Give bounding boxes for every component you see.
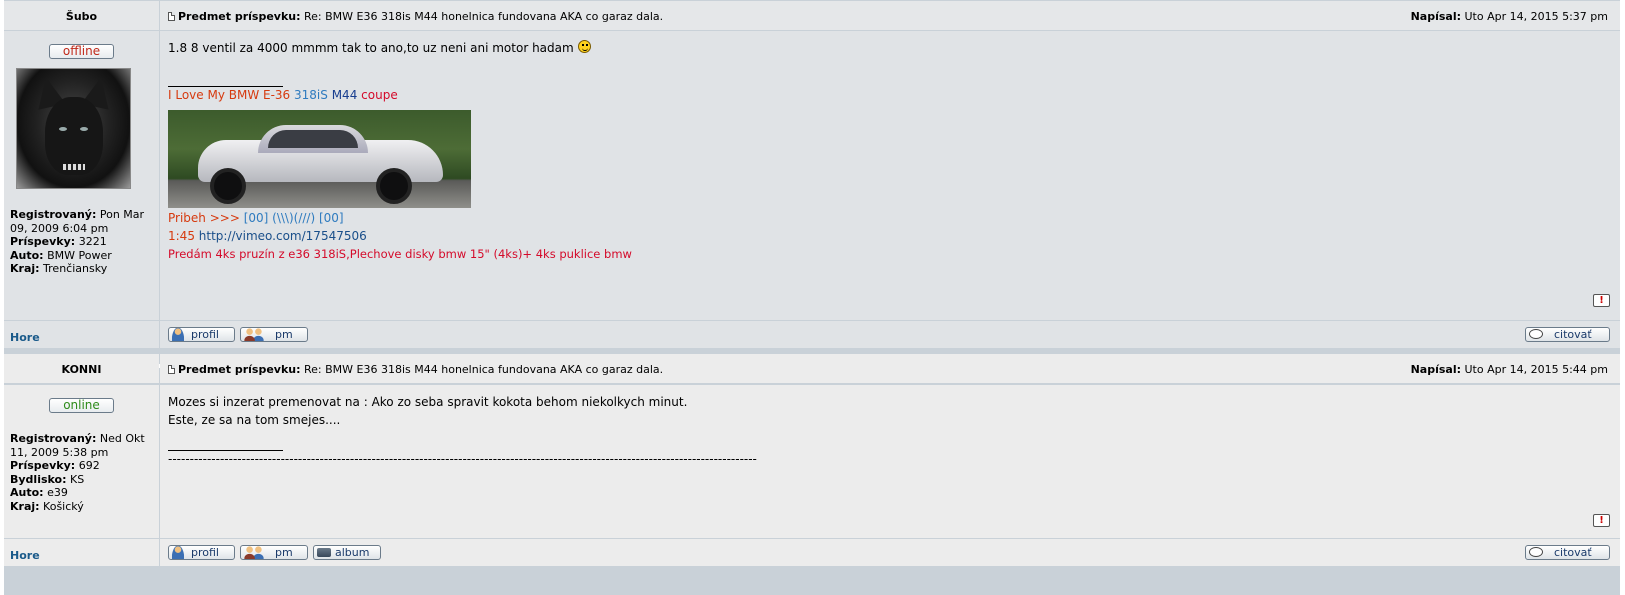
signature-line1-part4: coupe bbox=[361, 88, 398, 102]
post-header: KONNI Predmet príspevku: Re: BMW E36 318… bbox=[4, 354, 1620, 383]
report-post-button[interactable]: ! bbox=[1593, 294, 1610, 307]
region-label: Kraj: bbox=[10, 262, 40, 276]
posts-count-value: 3221 bbox=[78, 235, 107, 249]
pm-icon bbox=[244, 328, 264, 341]
subject-text: Re: BMW E36 318is M44 honelnica fundovan… bbox=[304, 363, 664, 376]
residence-label: Bydlisko: bbox=[10, 472, 67, 486]
car-label: Auto: bbox=[10, 248, 44, 262]
signature-line1-part1: I Love My BMW E-36 bbox=[168, 88, 291, 102]
post: Šubo Predmet príspevku: Re: BMW E36 318i… bbox=[4, 0, 1620, 364]
post-date: Napísal: Uto Apr 14, 2015 5:44 pm bbox=[1411, 363, 1608, 376]
signature-links: Pribeh >>> [00] (\\\)(///) [00] 1:45 htt… bbox=[168, 209, 632, 263]
quote-button-label: citovať bbox=[1554, 328, 1592, 341]
post-footer: Hore profil pm citovať bbox=[4, 321, 1620, 348]
region-value: Trenčiansky bbox=[43, 262, 108, 276]
posts-count-label: Príspevky: bbox=[10, 235, 76, 249]
posted-label: Napísal: bbox=[1410, 363, 1461, 376]
video-time: 1:45 bbox=[168, 229, 195, 243]
album-button-label: album bbox=[335, 546, 370, 559]
back-to-top-link[interactable]: Hore bbox=[10, 549, 40, 562]
quote-button[interactable]: citovať bbox=[1525, 545, 1610, 560]
signature-car-image bbox=[168, 110, 471, 208]
post-document-icon[interactable] bbox=[168, 12, 175, 21]
pm-button[interactable]: pm bbox=[240, 327, 308, 342]
signature-line1-part2: 318iS bbox=[294, 88, 328, 102]
author-profile: offline Registrovaný: Pon Mar 09, 2009 6… bbox=[4, 31, 159, 320]
post-content: Mozes si inzerat premenovat na : Ako zo … bbox=[160, 385, 1620, 538]
message-line: Mozes si inzerat premenovat na : Ako zo … bbox=[168, 395, 688, 409]
subject-label: Predmet príspevku: bbox=[178, 363, 301, 376]
profile-details: Registrovaný: Pon Mar 09, 2009 6:04 pm P… bbox=[10, 208, 150, 276]
post-body-row: online Registrovaný: Ned Okt 11, 2009 5:… bbox=[4, 385, 1620, 538]
region-value: Košický bbox=[43, 499, 84, 513]
pm-icon bbox=[244, 546, 264, 559]
pm-button[interactable]: pm bbox=[240, 545, 308, 560]
camera-icon bbox=[317, 548, 331, 557]
status-badge: online bbox=[49, 398, 114, 413]
posts-count-value: 692 bbox=[78, 459, 100, 473]
quote-button-label: citovať bbox=[1554, 546, 1592, 559]
video-link[interactable]: http://vimeo.com/17547506 bbox=[199, 229, 367, 243]
signature-line1-part3: M44 bbox=[331, 88, 358, 102]
subject-text: Re: BMW E36 318is M44 honelnica fundovan… bbox=[304, 10, 664, 23]
author-profile: online Registrovaný: Ned Okt 11, 2009 5:… bbox=[4, 385, 159, 538]
post-content: 1.8 8 ventil za 4000 mmmm tak to ano,to … bbox=[160, 31, 1620, 320]
signature: I Love My BMW E-36 318iS M44 coupe bbox=[168, 86, 398, 104]
profile-button-label: profil bbox=[191, 546, 219, 559]
post-author-name[interactable]: Šubo bbox=[4, 10, 159, 23]
posted-date-text: Uto Apr 14, 2015 5:37 pm bbox=[1464, 10, 1609, 23]
post-footer: Hore profil pm album citovať bbox=[4, 539, 1620, 566]
region-label: Kraj: bbox=[10, 499, 40, 513]
story-label: Pribeh >>> bbox=[168, 211, 240, 225]
car-label: Auto: bbox=[10, 486, 44, 500]
smiley-icon bbox=[577, 40, 591, 53]
subject-label: Predmet príspevku: bbox=[178, 10, 301, 23]
story-links[interactable]: [00] (\\\)(///) [00] bbox=[244, 211, 344, 225]
post-author-name[interactable]: KONNI bbox=[4, 363, 159, 376]
post-subject: Predmet príspevku: Re: BMW E36 318is M44… bbox=[168, 363, 663, 376]
profile-button[interactable]: profil bbox=[168, 545, 235, 560]
quote-button[interactable]: citovať bbox=[1525, 327, 1610, 342]
signature: ----------------------------------------… bbox=[168, 450, 757, 468]
album-button[interactable]: album bbox=[313, 545, 381, 560]
residence-value: KS bbox=[70, 472, 85, 486]
profile-icon bbox=[172, 328, 184, 341]
profile-button[interactable]: profil bbox=[168, 327, 235, 342]
posted-date-text: Uto Apr 14, 2015 5:44 pm bbox=[1464, 363, 1609, 376]
profile-button-label: profil bbox=[191, 328, 219, 341]
post-body-row: offline Registrovaný: Pon Mar 09, 2009 6… bbox=[4, 31, 1620, 320]
registered-label: Registrovaný: bbox=[10, 208, 97, 221]
quote-icon bbox=[1529, 547, 1543, 557]
posted-label: Napísal: bbox=[1410, 10, 1461, 23]
post-header: Šubo Predmet príspevku: Re: BMW E36 318i… bbox=[4, 1, 1620, 30]
post: KONNI Predmet príspevku: Re: BMW E36 318… bbox=[4, 354, 1620, 595]
car-value: e39 bbox=[47, 486, 68, 500]
status-badge: offline bbox=[49, 44, 114, 59]
posts-count-label: Príspevky: bbox=[10, 459, 76, 473]
message-text: 1.8 8 ventil za 4000 mmmm tak to ano,to … bbox=[168, 41, 574, 55]
registered-label: Registrovaný: bbox=[10, 432, 97, 445]
signature-dashes: ----------------------------------------… bbox=[168, 452, 757, 466]
report-post-button[interactable]: ! bbox=[1593, 514, 1610, 527]
post-message: Mozes si inzerat premenovat na : Ako zo … bbox=[168, 393, 687, 429]
profile-icon bbox=[172, 546, 184, 559]
pm-button-label: pm bbox=[275, 328, 293, 341]
post-date: Napísal: Uto Apr 14, 2015 5:37 pm bbox=[1411, 10, 1608, 23]
message-line: Este, ze sa na tom smejes.... bbox=[168, 413, 341, 427]
avatar bbox=[16, 68, 131, 189]
sale-text: Predám 4ks pruzín z e36 318iS,Plechove d… bbox=[168, 247, 632, 261]
back-to-top-link[interactable]: Hore bbox=[10, 331, 40, 344]
post-document-icon[interactable] bbox=[168, 365, 175, 374]
post-subject: Predmet príspevku: Re: BMW E36 318is M44… bbox=[168, 10, 663, 23]
quote-icon bbox=[1529, 329, 1543, 339]
car-value: BMW Power bbox=[47, 248, 112, 262]
profile-details: Registrovaný: Ned Okt 11, 2009 5:38 pm P… bbox=[10, 432, 150, 514]
pm-button-label: pm bbox=[275, 546, 293, 559]
post-message: 1.8 8 ventil za 4000 mmmm tak to ano,to … bbox=[168, 39, 591, 57]
